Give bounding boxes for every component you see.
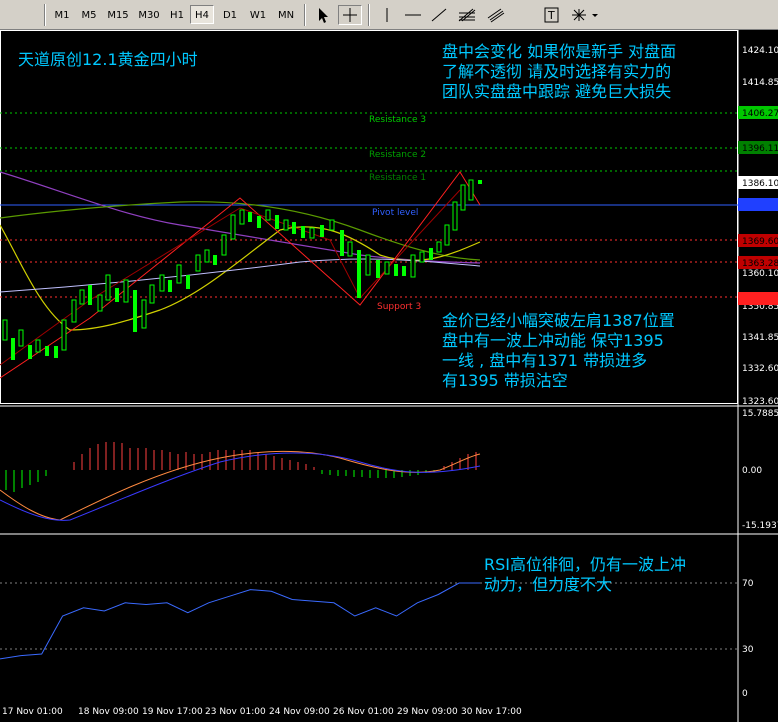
text-icon: T — [544, 7, 559, 23]
resistance-2-label: Resistance 2 — [369, 150, 426, 160]
svg-text:0.00: 0.00 — [742, 466, 762, 476]
crosshair-tool-button[interactable] — [338, 5, 362, 25]
fibonacci-icon — [458, 8, 476, 22]
macd-axis: 15.7885 0.00 -15.1937 — [742, 409, 778, 531]
trendline-icon — [431, 8, 447, 22]
shapes-icon — [572, 9, 598, 21]
cursor-icon — [319, 8, 328, 23]
support-1-price: 1369.60 — [742, 237, 778, 247]
timeframe-d1-button[interactable]: D1 — [218, 5, 242, 24]
timeframe-m15-button[interactable]: M15 — [104, 5, 132, 24]
svg-text:30: 30 — [742, 645, 754, 655]
timeframe-w1-button[interactable]: W1 — [246, 5, 270, 24]
ma-flat-line — [0, 258, 481, 293]
cursor-tool-button[interactable] — [311, 5, 335, 25]
timeframe-m30-button[interactable]: M30 — [135, 5, 163, 24]
svg-text:30 Nov 17:00: 30 Nov 17:00 — [461, 707, 522, 717]
resistance-2-price: 1396.11 — [742, 144, 778, 154]
svg-text:1341.85: 1341.85 — [742, 333, 778, 343]
time-axis: 17 Nov 01:00 18 Nov 09:00 19 Nov 17:00 2… — [2, 707, 522, 717]
price-axis: 1424.10 1414.85 1378.94 1360.10 1350.85 … — [742, 46, 778, 407]
candlesticks — [2, 179, 482, 360]
toolbar-separator — [368, 4, 370, 26]
pivot-price-box — [738, 198, 778, 211]
svg-text:1323.60: 1323.60 — [742, 397, 778, 407]
chart-canvas: Resistance 3 Resistance 2 Resistance 1 P… — [0, 30, 778, 722]
warning-line-3: 团队实盘盘中跟踪 避免巨大损失 — [442, 82, 672, 101]
chart-window[interactable]: Resistance 3 Resistance 2 Resistance 1 P… — [0, 30, 778, 722]
analysis-line-4: 有1395 带损沽空 — [442, 371, 568, 390]
fibonacci-tool-button[interactable] — [455, 5, 479, 25]
svg-text:1414.85: 1414.85 — [742, 78, 778, 88]
resistance-3-label: Resistance 3 — [369, 115, 426, 125]
vertical-line-icon — [386, 8, 388, 22]
crosshair-icon — [343, 8, 357, 22]
toolbar: M1 M5 M15 M30 H1 H4 D1 W1 MN T — [0, 0, 778, 30]
svg-text:17 Nov 01:00: 17 Nov 01:00 — [2, 707, 63, 717]
warning-line-2: 了解不透彻 请及时选择有实力的 — [442, 62, 672, 81]
macd-signal-line — [0, 452, 481, 521]
text-tool-button[interactable]: T — [540, 5, 564, 25]
support-3-price-box — [738, 292, 778, 305]
warning-line-1: 盘中会变化 如果你是新手 对盘面 — [442, 42, 677, 61]
equidistant-channel-tool-button[interactable] — [484, 5, 508, 25]
analysis-line-2: 盘中有一波上冲动能 保守1395 — [442, 331, 664, 350]
timeframe-m1-button[interactable]: M1 — [50, 5, 74, 24]
svg-text:-15.1937: -15.1937 — [742, 521, 778, 531]
horizontal-line-icon — [405, 14, 421, 16]
toolbar-separator — [304, 4, 306, 26]
current-price: 1386.10 — [742, 179, 778, 189]
macd-main-line — [0, 450, 481, 521]
timeframe-h4-button[interactable]: H4 — [190, 5, 214, 24]
toolbar-separator — [44, 4, 46, 26]
svg-text:29 Nov 09:00: 29 Nov 09:00 — [397, 707, 458, 717]
timeframe-m5-button[interactable]: M5 — [77, 5, 101, 24]
svg-text:18 Nov 09:00: 18 Nov 09:00 — [78, 707, 139, 717]
svg-text:1424.10: 1424.10 — [742, 46, 778, 56]
svg-text:T: T — [547, 9, 555, 22]
shapes-dropdown-button[interactable] — [568, 5, 602, 25]
rsi-axis: 70 30 0 — [742, 579, 754, 699]
timeframe-h1-button[interactable]: H1 — [166, 5, 188, 24]
svg-text:19 Nov 17:00: 19 Nov 17:00 — [142, 707, 203, 717]
svg-text:1332.60: 1332.60 — [742, 364, 778, 374]
svg-text:26 Nov 01:00: 26 Nov 01:00 — [333, 707, 394, 717]
svg-text:0: 0 — [742, 689, 748, 699]
support-2-price: 1363.28 — [742, 259, 778, 269]
svg-text:15.7885: 15.7885 — [742, 409, 778, 419]
analysis-line-3: 一线 , 盘中有1371 带损进多 — [442, 351, 648, 370]
support-3-label: Support 3 — [377, 302, 421, 312]
svg-text:23 Nov 01:00: 23 Nov 01:00 — [205, 707, 266, 717]
channel-icon — [487, 8, 505, 23]
svg-text:70: 70 — [742, 579, 754, 589]
horizontal-line-tool-button[interactable] — [401, 5, 425, 25]
rsi-note-line-1: RSI高位徘徊，仍有一波上冲 — [484, 555, 686, 574]
rsi-line — [0, 582, 480, 660]
timeframe-mn-button[interactable]: MN — [273, 5, 299, 24]
analysis-line-1: 金价已经小幅突破左肩1387位置 — [442, 311, 675, 330]
pivot-level-label: Pivot level — [372, 208, 418, 218]
trendline-tool-button[interactable] — [427, 5, 451, 25]
vertical-line-tool-button[interactable] — [375, 5, 399, 25]
resistance-3-price: 1406.27 — [742, 109, 778, 119]
macd-histogram — [5, 442, 477, 492]
resistance-1-label: Resistance 1 — [369, 173, 426, 183]
svg-text:1360.10: 1360.10 — [742, 269, 778, 279]
chart-title-annotation: 天道原创12.1黄金四小时 — [18, 50, 198, 69]
svg-text:24 Nov 09:00: 24 Nov 09:00 — [269, 707, 330, 717]
rsi-note-line-2: 动力，但力度不大 — [484, 575, 613, 594]
zigzag-line — [0, 171, 481, 379]
